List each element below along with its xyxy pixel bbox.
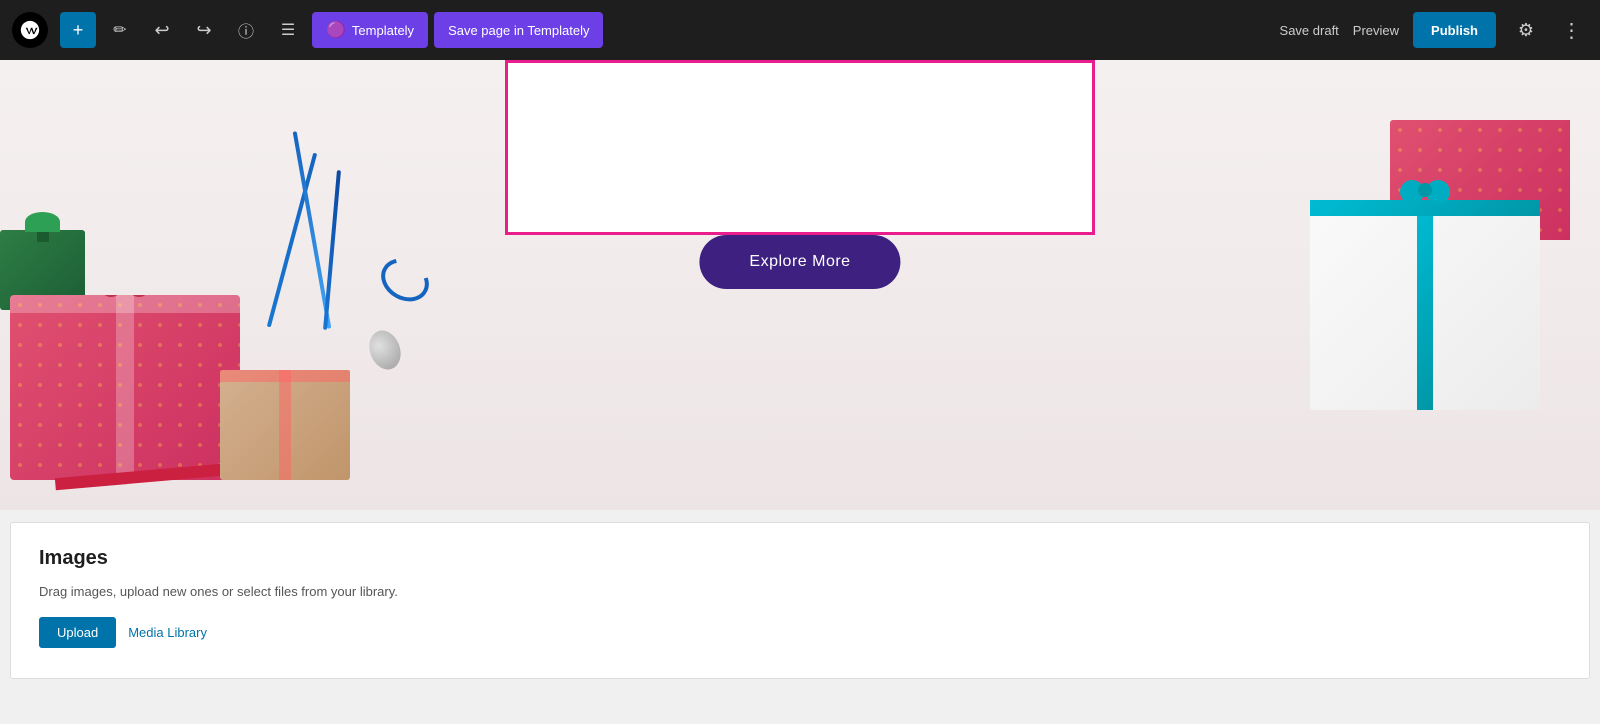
right-gifts [1250, 120, 1570, 470]
more-options-icon: ⋮ [1562, 18, 1583, 43]
save-draft-button[interactable]: Save draft [1280, 23, 1339, 38]
preview-button[interactable]: Preview [1353, 23, 1399, 38]
images-panel-description: Drag images, upload new ones or select f… [39, 584, 1561, 599]
images-panel: Images Drag images, upload new ones or s… [10, 522, 1590, 679]
silver-object [364, 326, 406, 374]
add-block-button[interactable]: + [60, 12, 96, 48]
gift-beige [220, 370, 350, 480]
gift-pink-large [10, 295, 240, 480]
left-gifts [0, 80, 480, 510]
hero-section: Explore More [0, 60, 1600, 510]
redo-icon: ↪ [196, 20, 211, 41]
info-icon: ⓘ [238, 18, 254, 42]
toolbar-right: Save draft Preview Publish ⚙ ⋮ [1280, 12, 1588, 48]
undo-icon: ↩ [154, 20, 169, 41]
settings-button[interactable]: ⚙ [1510, 14, 1542, 46]
list-icon: ☰ [281, 20, 295, 40]
wordpress-logo[interactable] [12, 12, 48, 48]
redo-button[interactable]: ↪ [186, 12, 222, 48]
streamer-3 [323, 170, 341, 330]
list-view-button[interactable]: ☰ [270, 12, 306, 48]
more-options-button[interactable]: ⋮ [1556, 14, 1588, 46]
settings-icon: ⚙ [1518, 20, 1534, 41]
hero-background: Explore More [0, 60, 1600, 510]
streamer-curl [373, 250, 436, 310]
content-card [505, 60, 1095, 235]
explore-more-button[interactable]: Explore More [699, 235, 900, 289]
upload-button[interactable]: Upload [39, 617, 116, 648]
save-templately-button[interactable]: Save page in Templately [434, 12, 603, 48]
publish-button[interactable]: Publish [1413, 12, 1496, 48]
main-content: Explore More Images Drag images, upload … [0, 60, 1600, 724]
tools-button[interactable]: ✏ [102, 12, 138, 48]
undo-button[interactable]: ↩ [144, 12, 180, 48]
info-button[interactable]: ⓘ [228, 12, 264, 48]
templately-icon: 🟣 [326, 20, 346, 40]
pencil-icon: ✏ [113, 20, 126, 40]
media-library-link[interactable]: Media Library [128, 625, 207, 640]
streamer-1 [267, 153, 317, 328]
toolbar: + ✏ ↩ ↪ ⓘ ☰ 🟣 Templately Save page in Te… [0, 0, 1600, 60]
templately-button[interactable]: 🟣 Templately [312, 12, 428, 48]
images-panel-title: Images [39, 547, 1561, 570]
images-actions: Upload Media Library [39, 617, 1561, 648]
